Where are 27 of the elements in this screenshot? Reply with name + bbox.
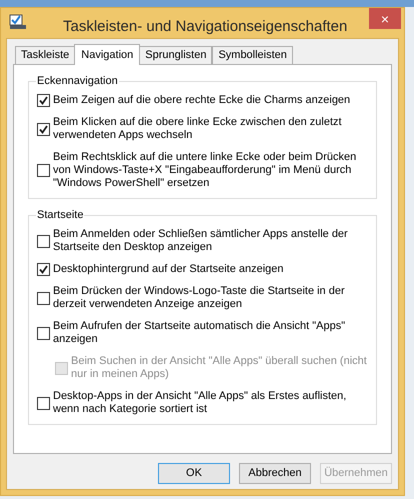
option-label: Beim Zeigen auf die obere rechte Ecke die Charms anzeigen (53, 94, 350, 107)
dialog-button[interactable]: Abbrechen (239, 463, 311, 484)
checkbox[interactable] (37, 122, 50, 136)
tab[interactable]: Symbolleisten (212, 46, 293, 64)
option-label: Beim Drücken der Windows-Logo-Taste die Startseite in der derzeit verwendeten Anzeige anzeigen (53, 285, 346, 311)
taskbar-icon (9, 14, 27, 30)
window-title: Taskleisten- und Navigationseigenschaften (63, 17, 348, 37)
checkbox[interactable] (37, 263, 50, 276)
option-label: Beim Klicken auf die obere linke Ecke zwischen den zuletzt verwendeten Apps wechseln (53, 116, 343, 142)
tab[interactable]: Sprunglisten (139, 46, 212, 64)
close-button[interactable]: × (369, 8, 401, 29)
checkbox[interactable] (37, 292, 50, 304)
checkbox[interactable] (37, 326, 50, 340)
option-label: Desktophintergrund auf der Startseite anzeigen (53, 263, 284, 276)
option-label: Desktop-Apps in der Ansicht "Alle Apps" als Erstes auflisten, wenn nach Kategorie sortiert ist (53, 390, 348, 416)
checkbox[interactable] (37, 396, 50, 410)
dialog-button[interactable]: OK (158, 463, 230, 484)
tab[interactable]: Navigation (74, 44, 140, 65)
option-label: Beim Suchen in der Ansicht "Alle Apps" überall suchen (nicht nur in meinen Apps) (71, 355, 368, 381)
tab[interactable]: Taskleiste (15, 46, 76, 64)
group-title: Eckennavigation (36, 74, 119, 88)
checkbox[interactable] (37, 94, 50, 107)
option-label: Beim Rechtsklick auf die untere linke Ecke oder beim Drücken von Windows-Taste+X "Eingabeaufforderung" im Menü durch "Windows PowerShell" ersetzen (53, 151, 358, 190)
option-label: Beim Aufrufen der Startseite automatisch die Ansicht "Apps" anzeigen (53, 320, 346, 346)
option-label: Beim Anmelden oder Schließen sämtlicher Apps anstelle der Startseite den Desktop anzeigen (53, 228, 349, 254)
checkbox[interactable] (37, 234, 50, 248)
checkbox[interactable] (37, 164, 50, 177)
